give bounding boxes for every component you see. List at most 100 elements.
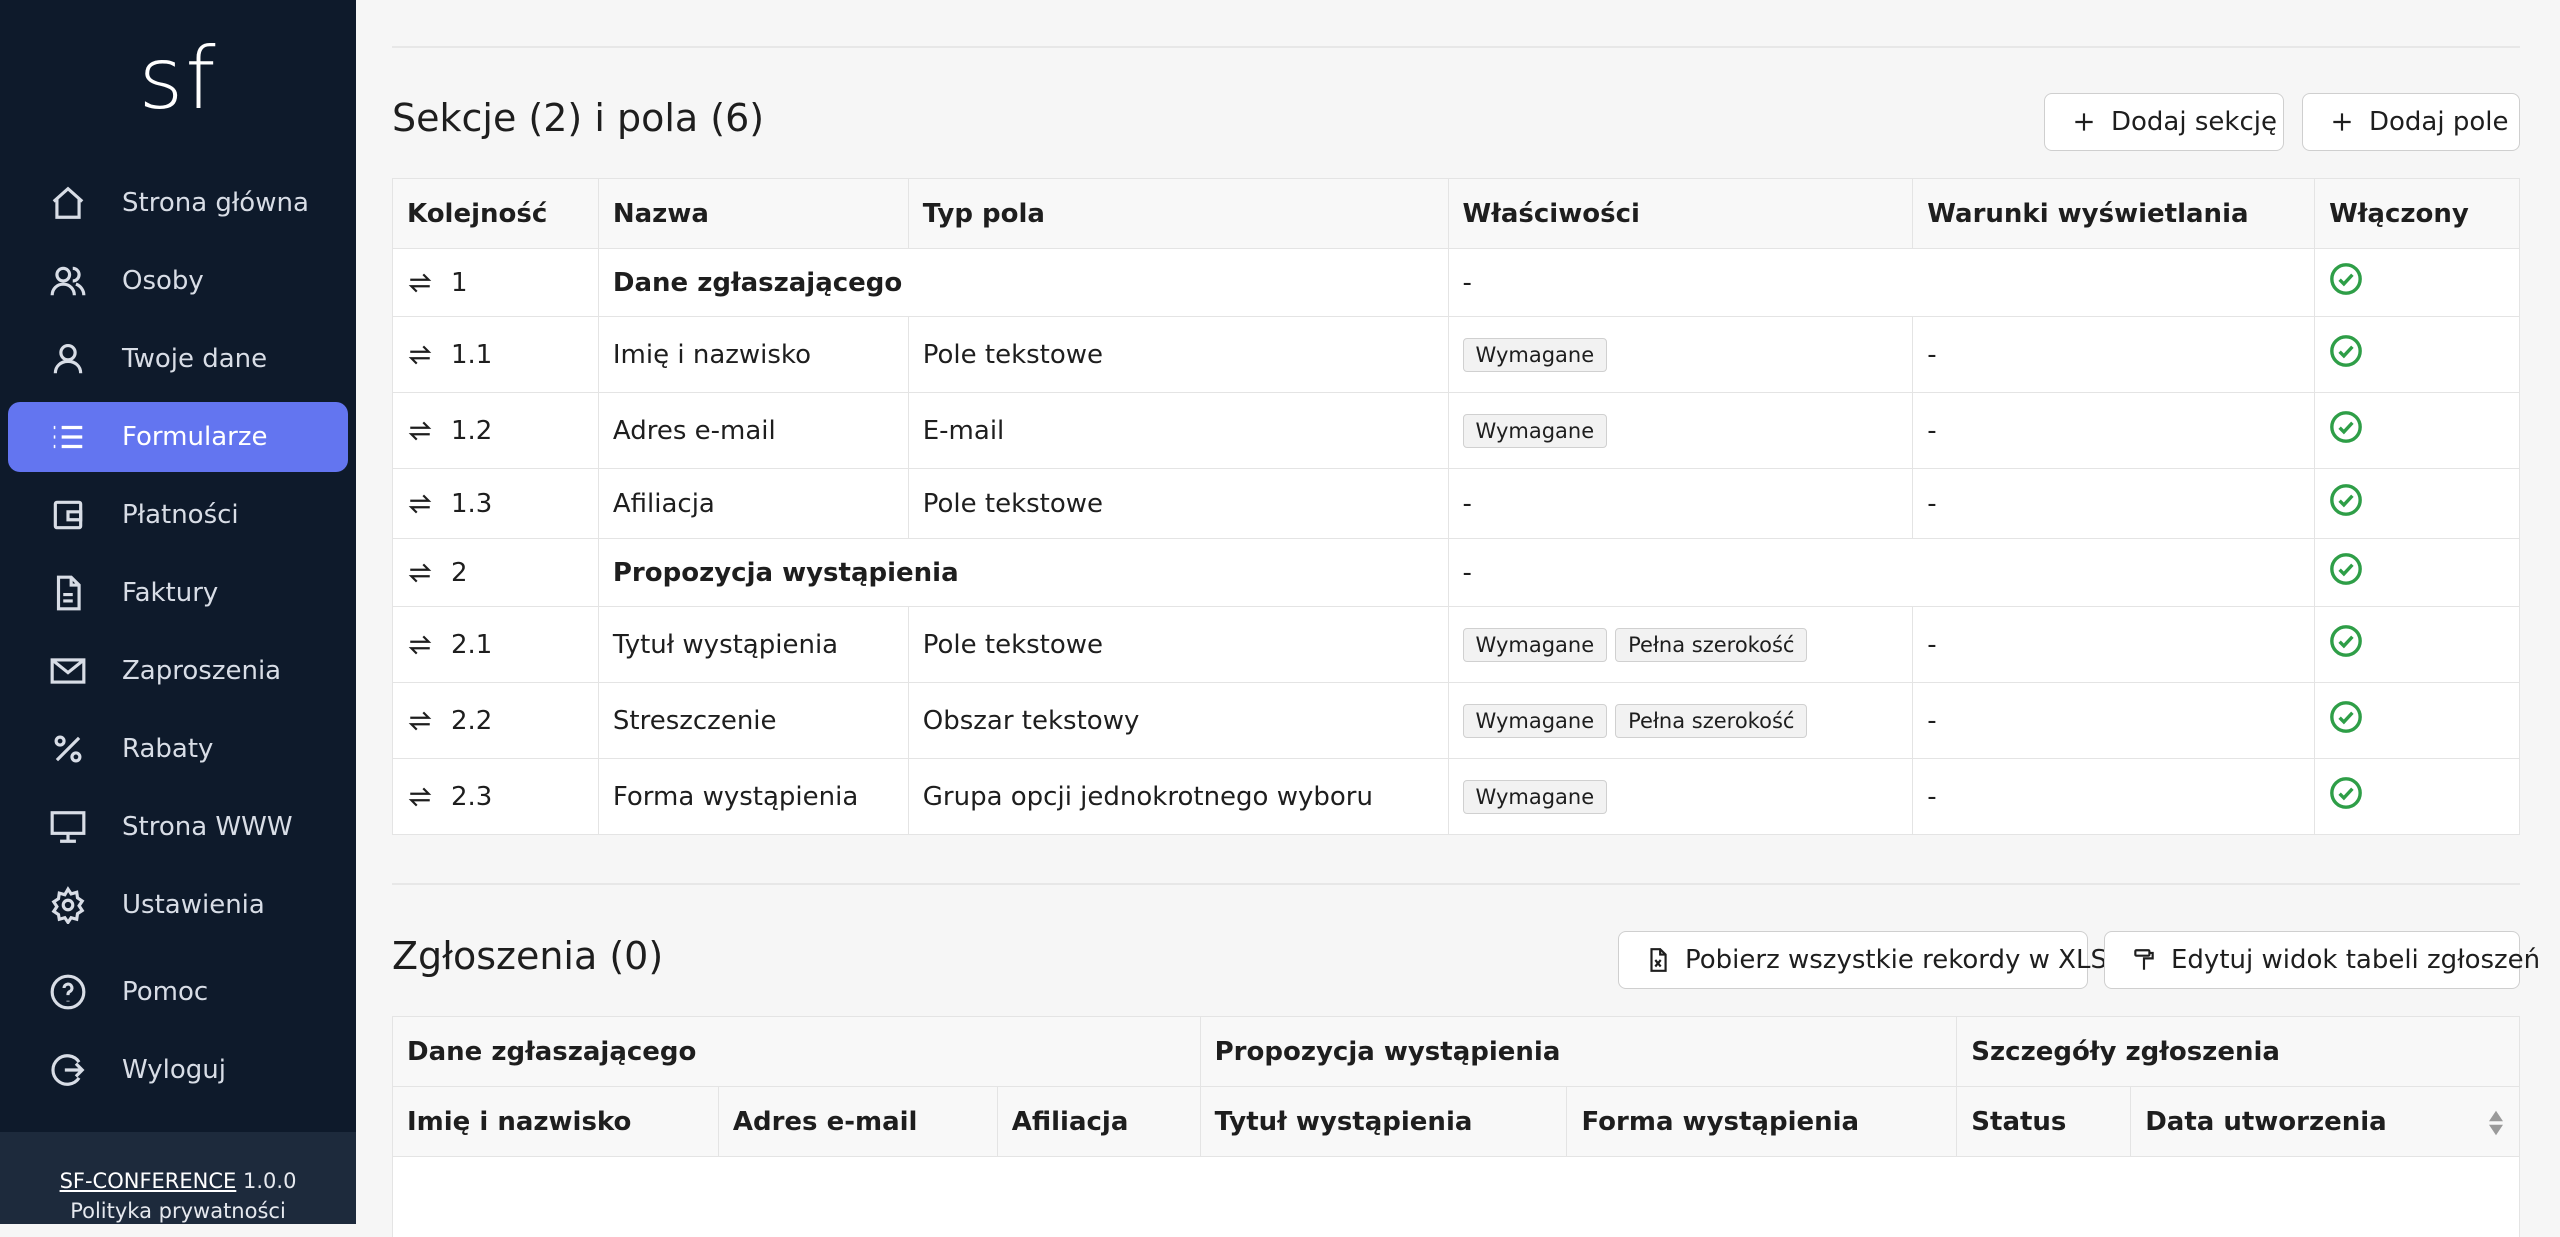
order-value: 1.1 (451, 339, 493, 370)
sidebar-item-discounts[interactable]: Rabaty (8, 714, 348, 784)
edit-table-view-button[interactable]: Edytuj widok tabeli zgłoszeń (2104, 931, 2540, 989)
sidebar-item-logout[interactable]: Wyloguj (8, 1035, 348, 1105)
column-header-affiliation[interactable]: Afiliacja (996, 1086, 1201, 1157)
sidebar-item-label: Twoje dane (122, 344, 268, 374)
name-cell[interactable]: Forma wystąpienia (597, 758, 909, 835)
check-circle-icon[interactable] (2329, 263, 2363, 303)
sidebar-item-invoices[interactable]: Faktury (8, 558, 348, 628)
name-cell[interactable]: Afiliacja (597, 468, 909, 539)
add-section-button[interactable]: Dodaj sekcję (2044, 93, 2284, 151)
check-circle-icon[interactable] (2329, 553, 2363, 593)
check-circle-icon[interactable] (2329, 777, 2363, 817)
drag-handle-icon[interactable] (407, 632, 433, 658)
plus-icon (2071, 109, 2097, 135)
properties-cell: Wymagane Pełna szerokość (1447, 606, 1914, 683)
field-row[interactable]: 1.1 Imię i nazwisko Pole tekstowe Wymagane - (392, 316, 2520, 393)
order-cell: 1 (392, 248, 599, 317)
check-circle-icon[interactable] (2329, 484, 2363, 524)
conditions-cell: - (1912, 606, 2316, 683)
field-row[interactable]: 1.2 Adres e-mail E-mail Wymagane - (392, 392, 2520, 469)
column-header-full-name[interactable]: Imię i nazwisko (392, 1086, 719, 1157)
property-tag: Wymagane (1462, 413, 1608, 448)
order-cell: 2 (392, 538, 599, 607)
sidebar-item-label: Rabaty (122, 734, 214, 764)
home-icon (48, 183, 88, 223)
conditions-cell: - (1912, 758, 2316, 835)
field-row[interactable]: 1.3 Afiliacja Pole tekstowe - - (392, 468, 2520, 539)
property-tag: Wymagane (1462, 627, 1608, 662)
mail-icon (48, 651, 88, 691)
sidebar-item-payments[interactable]: Płatności (8, 480, 348, 550)
drag-handle-icon[interactable] (407, 708, 433, 734)
properties-empty: - (1462, 557, 1472, 588)
property-tag: Wymagane (1462, 337, 1608, 372)
add-section-label: Dodaj sekcję (2111, 107, 2277, 137)
field-row[interactable]: 2.3 Forma wystąpienia Grupa opcji jednokro… (392, 758, 2520, 835)
field-row[interactable]: 2.2 Streszczenie Obszar tekstowy Wymagane Pe… (392, 682, 2520, 759)
empty-table-body (392, 1156, 2520, 1237)
check-circle-icon[interactable] (2329, 335, 2363, 375)
check-circle-icon[interactable] (2329, 625, 2363, 665)
sidebar-item-invitations[interactable]: Zaproszenia (8, 636, 348, 706)
sidebar-item-label: Formularze (122, 422, 268, 452)
name-cell[interactable]: Tytuł wystąpienia (597, 606, 909, 683)
name-cell[interactable]: Adres e-mail (597, 392, 909, 469)
name-cell[interactable]: Streszczenie (597, 682, 909, 759)
section-row[interactable]: 1 Dane zgłaszającego - (392, 248, 2520, 317)
property-tag: Pełna szerokość (1615, 627, 1808, 662)
drag-handle-icon[interactable] (407, 270, 433, 296)
sidebar-item-forms[interactable]: Formularze (8, 402, 348, 472)
properties-cell: Wymagane (1447, 392, 1914, 469)
drag-handle-icon[interactable] (407, 342, 433, 368)
column-header-name: Nazwa (597, 178, 909, 249)
field-row[interactable]: 2.1 Tytuł wystąpienia Pole tekstowe Wymagan… (392, 606, 2520, 683)
sidebar-item-home[interactable]: Strona główna (8, 168, 348, 238)
column-header-properties: Właściwości (1447, 178, 1914, 249)
conditions-cell: - (1912, 392, 2316, 469)
column-header-email[interactable]: Adres e-mail (717, 1086, 998, 1157)
monitor-icon (48, 807, 88, 847)
sidebar-item-your-data[interactable]: Twoje dane (8, 324, 348, 394)
check-circle-icon[interactable] (2329, 411, 2363, 451)
sidebar-item-people[interactable]: Osoby (8, 246, 348, 316)
section-row[interactable]: 2 Propozycja wystąpienia - (392, 538, 2520, 607)
brand-link[interactable]: SF-CONFERENCE (60, 1169, 237, 1193)
order-value: 2.2 (451, 705, 493, 736)
column-header-talk-form[interactable]: Forma wystąpienia (1566, 1086, 1958, 1157)
privacy-link[interactable]: Polityka prywatności (0, 1196, 356, 1226)
percent-icon (48, 729, 88, 769)
properties-cell: Wymagane (1447, 316, 1914, 393)
drag-handle-icon[interactable] (407, 491, 433, 517)
sidebar-item-help[interactable]: Pomoc (8, 957, 348, 1027)
sort-icon[interactable] (2487, 1109, 2505, 1137)
name-cell[interactable]: Imię i nazwisko (597, 316, 909, 393)
add-field-button[interactable]: Dodaj pole (2302, 93, 2520, 151)
drag-handle-icon[interactable] (407, 560, 433, 586)
enabled-cell (2314, 248, 2520, 317)
name-cell[interactable]: Dane zgłaszającego (597, 248, 1449, 317)
column-header-status[interactable]: Status (1956, 1086, 2132, 1157)
properties-cell: - (1447, 248, 2316, 317)
sidebar-item-label: Osoby (122, 266, 204, 296)
conditions-cell: - (1912, 682, 2316, 759)
drag-handle-icon[interactable] (407, 784, 433, 810)
sidebar-item-website[interactable]: Strona WWW (8, 792, 348, 862)
download-xls-button[interactable]: Pobierz wszystkie rekordy w XLS (1618, 931, 2107, 989)
column-header-order: Kolejność (392, 178, 599, 249)
column-header-created-date[interactable]: Data utworzenia (2130, 1086, 2520, 1157)
enabled-cell (2314, 316, 2520, 393)
drag-handle-icon[interactable] (407, 418, 433, 444)
column-header-conditions: Warunki wyświetlania (1912, 178, 2316, 249)
download-xls-label: Pobierz wszystkie rekordy w XLS (1685, 945, 2107, 975)
check-circle-icon[interactable] (2329, 701, 2363, 741)
column-header-talk-title[interactable]: Tytuł wystąpienia (1199, 1086, 1568, 1157)
fields-table: Kolejność Nazwa Typ pola Właściwości War… (392, 178, 2520, 835)
enabled-cell (2314, 682, 2520, 759)
property-tag: Wymagane (1462, 779, 1608, 814)
name-cell[interactable]: Propozycja wystąpienia (597, 538, 1449, 607)
sidebar-item-settings[interactable]: Ustawienia (8, 870, 348, 940)
submissions-table: Dane zgłaszającego Propozycja wystąpieni… (392, 1016, 2520, 1237)
order-value: 1 (451, 267, 468, 298)
order-value: 2.3 (451, 781, 493, 812)
app-logo[interactable]: sf (0, 24, 356, 134)
